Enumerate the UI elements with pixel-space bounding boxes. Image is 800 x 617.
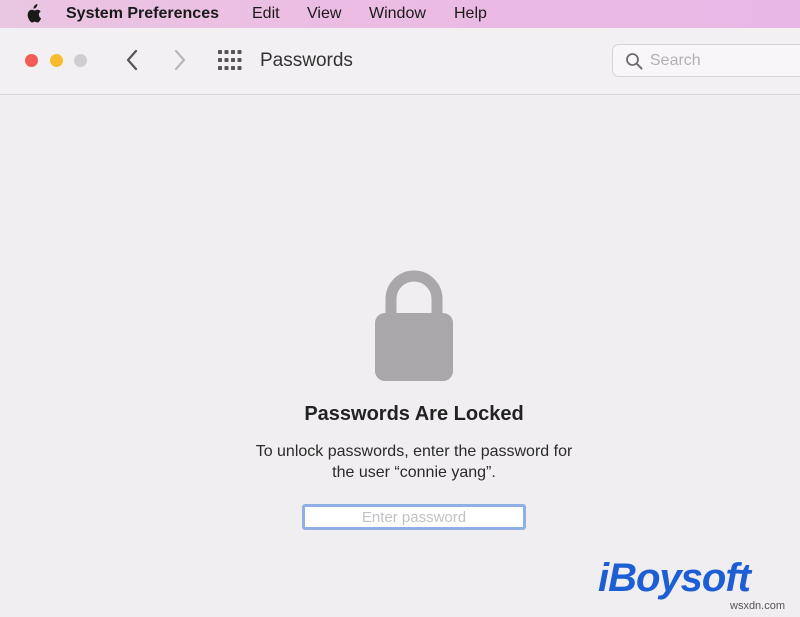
menu-help[interactable]: Help: [454, 5, 487, 23]
locked-title: Passwords Are Locked: [304, 403, 524, 425]
menu-view[interactable]: View: [307, 5, 341, 23]
window-toolbar: Passwords: [0, 28, 800, 95]
close-button[interactable]: [25, 54, 38, 67]
search-input[interactable]: [650, 50, 800, 72]
site-watermark: wsxdn.com: [730, 600, 786, 612]
password-input[interactable]: [305, 507, 523, 527]
zoom-button: [74, 54, 87, 67]
locked-message-line2: the user “connie yang”.: [332, 464, 496, 481]
locked-message: To unlock passwords, enter the password …: [0, 441, 800, 483]
chevron-right-icon[interactable]: [167, 48, 191, 72]
locked-message-line1: To unlock passwords, enter the password …: [255, 443, 573, 460]
menu-window[interactable]: Window: [369, 5, 426, 23]
password-field[interactable]: [302, 504, 526, 530]
lock-icon: [375, 270, 453, 381]
grid-icon[interactable]: [218, 50, 242, 70]
menu-edit[interactable]: Edit: [252, 5, 280, 23]
menu-bar: System Preferences Edit View Window Help: [0, 0, 800, 28]
minimize-button[interactable]: [50, 54, 63, 67]
window-title: Passwords: [260, 50, 353, 71]
menu-app-name[interactable]: System Preferences: [66, 5, 219, 23]
brand-watermark: iBoysoft: [598, 556, 751, 600]
search-icon: [626, 53, 643, 70]
chevron-left-icon[interactable]: [121, 48, 145, 72]
search-field[interactable]: [612, 44, 800, 77]
apple-logo-icon[interactable]: [24, 4, 42, 24]
